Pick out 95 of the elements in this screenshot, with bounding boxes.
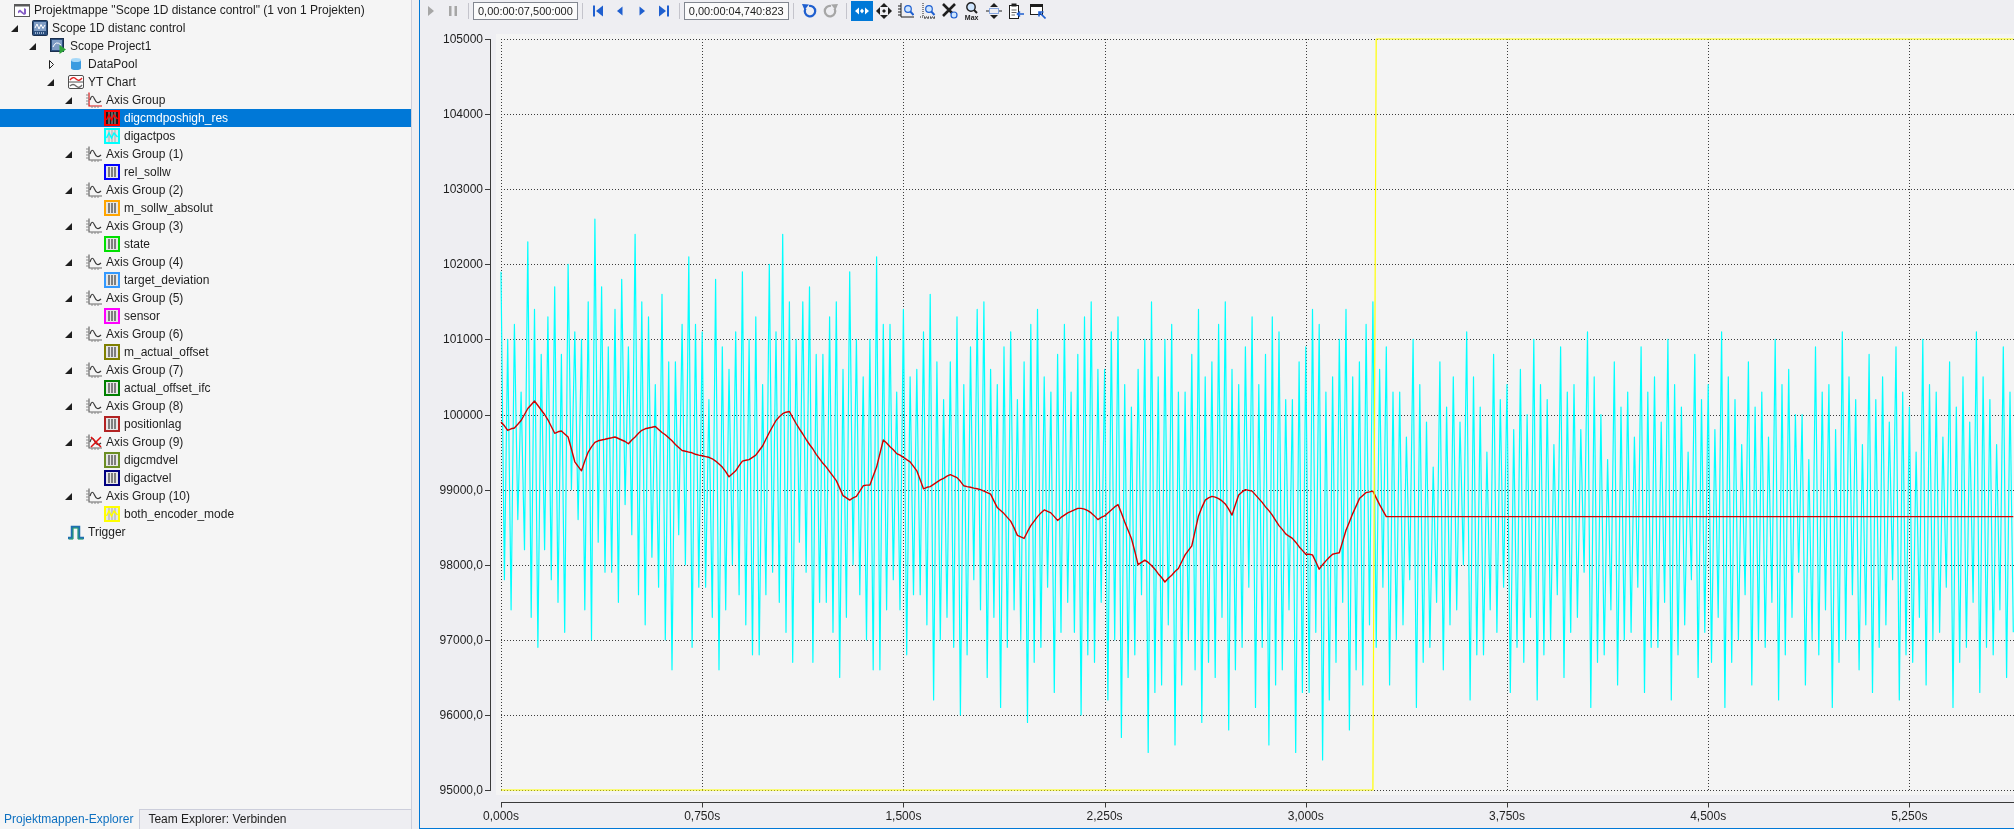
time-field[interactable]: 0,00:00:04,740:823: [683, 2, 789, 20]
caret-icon[interactable]: [47, 78, 54, 86]
tree-item[interactable]: target_deviation: [0, 271, 411, 289]
trigger-icon: [68, 524, 84, 540]
tree-item[interactable]: Axis Group (10): [0, 487, 411, 505]
tree-item[interactable]: rel_sollw: [0, 163, 411, 181]
oscilloscope-icon: [32, 20, 48, 36]
tree-item[interactable]: Axis Group (4): [0, 253, 411, 271]
undo-icon: [800, 3, 817, 19]
caret-icon[interactable]: [11, 24, 18, 32]
tree-item[interactable]: actual_offset_ifc: [0, 379, 411, 397]
caret-icon[interactable]: [65, 96, 72, 104]
axis-chart-icon: [86, 290, 102, 306]
tree-item[interactable]: Scope 1D distanc control: [0, 19, 411, 37]
tick-label: 0,750s: [684, 809, 721, 823]
caret-icon[interactable]: [65, 186, 72, 194]
tree-item[interactable]: positionlag: [0, 415, 411, 433]
tick-label: 105000: [442, 32, 483, 46]
caret-icon[interactable]: [65, 366, 72, 374]
tree-item[interactable]: Axis Group (7): [0, 361, 411, 379]
axis-zoom-icon: [897, 3, 914, 19]
time-field[interactable]: 0,00:00:07,500:000: [473, 2, 578, 20]
caret-icon[interactable]: [65, 402, 72, 410]
caret-icon[interactable]: [65, 492, 72, 500]
scope-play-icon: [50, 38, 66, 54]
axis-chart-icon: [86, 146, 102, 162]
axis-chart-icon: [86, 398, 102, 414]
tick-label: 98000,0: [439, 557, 483, 572]
database-icon: [68, 56, 84, 72]
caret-icon[interactable]: [29, 42, 36, 50]
tick-label: 0,000s: [483, 809, 519, 823]
caret-icon[interactable]: [65, 150, 72, 158]
tree-item[interactable]: Axis Group: [0, 91, 411, 109]
caret-icon[interactable]: [65, 438, 72, 446]
panel-tab[interactable]: Team Explorer: Verbinden: [139, 809, 411, 829]
tree-item[interactable]: both_encoder_mode: [0, 505, 411, 523]
tree-item[interactable]: m_actual_offset: [0, 343, 411, 361]
clipboard-icon: [1007, 3, 1024, 19]
tick-label: 100000: [442, 407, 483, 422]
tick-label: 2,250s: [1086, 809, 1123, 823]
tick-label: 102000: [442, 257, 483, 272]
tree-item[interactable]: digactpos: [0, 127, 411, 145]
tree-item[interactable]: Trigger: [0, 523, 411, 541]
tree-item[interactable]: digactvel: [0, 469, 411, 487]
caret-icon[interactable]: [65, 294, 72, 302]
tick-label: 3,750s: [1488, 809, 1525, 823]
redo-icon: [822, 3, 839, 19]
tick-label: 101000: [442, 332, 483, 347]
tree-item[interactable]: Axis Group (6): [0, 325, 411, 343]
tick-label: 96000,0: [439, 707, 483, 722]
caret-icon[interactable]: [49, 59, 54, 69]
tree-item[interactable]: Axis Group (5): [0, 289, 411, 307]
tree-item[interactable]: Scope Project1: [0, 37, 411, 55]
crossed-tools-icon: [941, 3, 958, 19]
tree-item[interactable]: DataPool: [0, 55, 411, 73]
tree-item[interactable]: state: [0, 235, 411, 253]
tick-label: 1,500s: [885, 809, 922, 823]
arrows-button[interactable]: [850, 1, 873, 21]
vertical-arrows-icon: [985, 3, 1002, 19]
caret-icon[interactable]: [65, 330, 72, 338]
tree-item[interactable]: Projektmappe "Scope 1D distance control" (1 von 1 Projekten): [0, 1, 411, 19]
tree-item[interactable]: Axis Group (8): [0, 397, 411, 415]
caret-icon[interactable]: [65, 258, 72, 266]
tree-item[interactable]: Axis Group (3): [0, 217, 411, 235]
tick-label: 99000,0: [439, 482, 483, 497]
axis-chart-icon: [86, 488, 102, 504]
caret-icon[interactable]: [65, 222, 72, 230]
window-arrow-icon: [1029, 3, 1046, 19]
axis-chart-icon: [86, 92, 102, 108]
tree-item[interactable]: digcmdposhigh_res: [0, 109, 411, 127]
tick-label: 104000: [442, 107, 483, 122]
tick-label: 5,250s: [1891, 809, 1928, 823]
axis-chart-icon: [86, 218, 102, 234]
tick-label: 3,000s: [1287, 809, 1324, 823]
panel-tab[interactable]: Projektmappen-Explorer: [0, 809, 140, 829]
tree-item[interactable]: Axis Group (1): [0, 145, 411, 163]
axis-zoom-icon: [919, 3, 936, 19]
tree-item[interactable]: Axis Group (2): [0, 181, 411, 199]
crossed-axis-icon: [86, 434, 102, 450]
axis-chart-icon: [86, 182, 102, 198]
tick-label: 4,500s: [1690, 809, 1727, 823]
move-arrows-icon: [875, 3, 892, 19]
tick-label: 95000,0: [439, 783, 483, 797]
zoom-icon: [965, 1, 979, 14]
tick-label: 103000: [442, 182, 483, 197]
tick-label: 97000,0: [439, 632, 483, 647]
tree-item[interactable]: Axis Group (9): [0, 433, 411, 451]
axis-chart-icon: [86, 326, 102, 342]
tree-item[interactable]: YT Chart: [0, 73, 411, 91]
axis-chart-icon: [86, 362, 102, 378]
tree-item[interactable]: sensor: [0, 307, 411, 325]
axis-chart-icon: [86, 254, 102, 270]
tree-item[interactable]: digcmdvel: [0, 451, 411, 469]
tree-item[interactable]: m_sollw_absolut: [0, 199, 411, 217]
chart-icon: [68, 74, 84, 90]
